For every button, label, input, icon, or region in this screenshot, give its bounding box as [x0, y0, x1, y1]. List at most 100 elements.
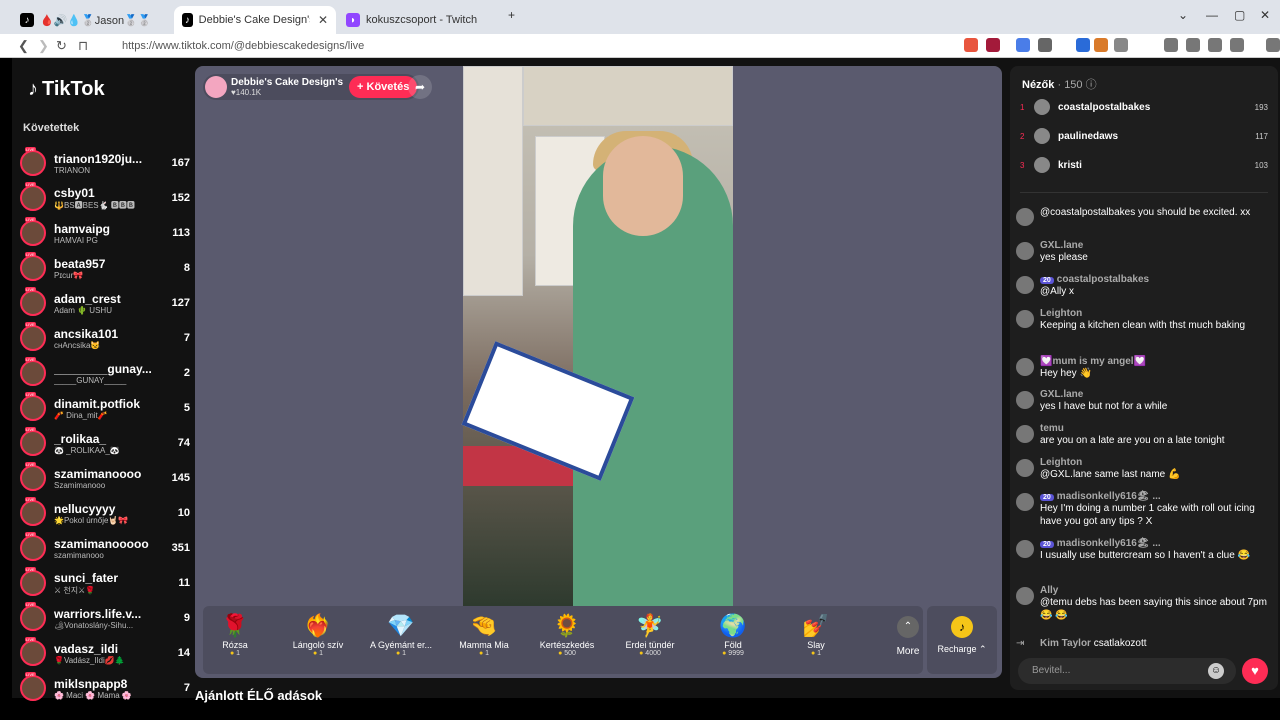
- following-subtitle: 🌟Pokol úrnője🤘🏻🎀: [54, 515, 129, 525]
- join-message: ⇥ Kim Taylor csatlakozott: [1016, 638, 1272, 649]
- following-item[interactable]: _rolikaa_🐼 _ROLIKAA_🐼 74: [20, 426, 190, 460]
- following-item[interactable]: sunci_fater⚔ 천지⚔🌹 11: [20, 566, 190, 600]
- gift-item[interactable]: 🧚 Erdei tündér ● 4000: [610, 612, 690, 657]
- top-viewer[interactable]: 1 coastalpostalbakes 193: [1020, 95, 1268, 119]
- chat-user-line[interactable]: temu: [1040, 423, 1272, 434]
- chat-user-line[interactable]: 20 madisonkelly616🏖 ...: [1040, 491, 1272, 502]
- live-player[interactable]: Debbie's Cake Design's ♥140.1K + Követés…: [195, 66, 1002, 678]
- recharge-button[interactable]: ♪ Recharge ⌃: [927, 606, 997, 674]
- chat-user-line[interactable]: Ally: [1040, 585, 1272, 596]
- minimize-icon[interactable]: —: [1206, 8, 1218, 22]
- host-avatar[interactable]: [205, 76, 227, 98]
- extension-icon[interactable]: [1076, 38, 1090, 52]
- following-subtitle: 🔱BS🅰BES🐇 🅱🅱🅱: [54, 200, 135, 210]
- browser-tab[interactable]: ♪ 🩸🔊💧🥈Jason🥈🥈🩸 (@jason_san: [12, 6, 172, 34]
- avatar[interactable]: [1016, 276, 1034, 294]
- browser-tab-active[interactable]: ♪ Debbie's Cake Design's (@de ✕: [174, 6, 336, 34]
- chat-user-line[interactable]: GXL.lane: [1040, 240, 1272, 251]
- following-item[interactable]: warriors.life.v...🏕Vonatoslány-Sihu... 9: [20, 601, 190, 635]
- gift-item[interactable]: 💎 A Gyémánt er... ● 1: [361, 612, 441, 657]
- chat-input[interactable]: Bevitel...: [1018, 658, 1236, 684]
- host-name[interactable]: Debbie's Cake Design's: [231, 77, 343, 88]
- following-item[interactable]: csby01🔱BS🅰BES🐇 🅱🅱🅱 152: [20, 181, 190, 215]
- extension-icon[interactable]: [986, 38, 1000, 52]
- emoji-icon[interactable]: ☺: [1208, 663, 1224, 679]
- chat-user-line[interactable]: 20 coastalpostalbakes: [1040, 274, 1272, 285]
- maximize-icon[interactable]: ▢: [1234, 8, 1245, 22]
- top-viewer[interactable]: 3 kristi 103: [1020, 153, 1268, 177]
- avatar[interactable]: [1016, 425, 1034, 443]
- chat-user-line[interactable]: Leighton: [1040, 308, 1272, 319]
- following-item[interactable]: szamimanooooSzamimanooo 145: [20, 461, 190, 495]
- forward-icon[interactable]: ❯: [38, 38, 49, 54]
- heart-icon[interactable]: ♥: [1242, 658, 1268, 684]
- following-item[interactable]: ________gunay..._____GUNAY_____ 2: [20, 356, 190, 390]
- browser-tab[interactable]: ◗ kokuszcsoport - Twitch: [338, 6, 498, 34]
- avatar[interactable]: [1016, 208, 1034, 226]
- avatar: [20, 427, 46, 456]
- chevron-down-icon[interactable]: ⌄: [1178, 8, 1188, 22]
- share-icon[interactable]: ➦: [408, 75, 432, 99]
- avatar[interactable]: [1016, 493, 1034, 511]
- following-item[interactable]: szamimanoooooszamimanooo 351: [20, 531, 190, 565]
- menu-icon[interactable]: [1266, 38, 1280, 52]
- avatar[interactable]: [1016, 540, 1034, 558]
- following-item[interactable]: ancsika101cʜAncsika😼 7: [20, 321, 190, 355]
- following-item[interactable]: hamvaipgHAMVAI PG 113: [20, 216, 190, 250]
- close-window-icon[interactable]: ✕: [1260, 8, 1270, 22]
- following-subtitle: 🏕Vonatoslány-Sihu...: [54, 620, 134, 630]
- following-item[interactable]: miklsnpapp8🌸 Maci 🌸 Mama 🌸 7: [20, 671, 190, 705]
- recharge-label: Recharge ⌃: [937, 644, 987, 654]
- avatar[interactable]: [1016, 587, 1034, 605]
- url-field[interactable]: https://www.tiktok.com/@debbiescakedesig…: [104, 37, 884, 55]
- following-item[interactable]: beata957Pɪcur🎀 8: [20, 251, 190, 285]
- brave-shield-icon[interactable]: [964, 38, 978, 52]
- extension-icon[interactable]: [1094, 38, 1108, 52]
- gift-item[interactable]: 🌹 Rózsa ● 1: [195, 612, 275, 657]
- avatar[interactable]: [1016, 310, 1034, 328]
- new-tab-icon[interactable]: +: [508, 8, 515, 22]
- following-item[interactable]: dinamit.potfiok🧨 Dina_mit🧨 5: [20, 391, 190, 425]
- following-item[interactable]: vadasz_ildi🌹Vadász_Ildi💋🌲 14: [20, 636, 190, 670]
- leo-icon[interactable]: [1230, 38, 1244, 52]
- back-icon[interactable]: ❮: [18, 38, 29, 54]
- chat-user-line[interactable]: Leighton: [1040, 457, 1272, 468]
- gift-item[interactable]: 🌍 Föld ● 9999: [693, 612, 773, 657]
- gift-item[interactable]: 🤏 Mamma Mia ● 1: [444, 612, 524, 657]
- chat-user-line[interactable]: 💟mum is my angel💟: [1040, 356, 1272, 367]
- extension-icon[interactable]: [1038, 38, 1052, 52]
- reload-icon[interactable]: ↻: [56, 38, 67, 54]
- media-icon[interactable]: [1164, 38, 1178, 52]
- wallet-icon[interactable]: [1208, 38, 1222, 52]
- bookmark-icon[interactable]: ⊓: [78, 38, 88, 54]
- tiktok-logo[interactable]: ♪ TikTok: [28, 78, 105, 101]
- following-item[interactable]: nellucyyyy🌟Pokol úrnője🤘🏻🎀 10: [20, 496, 190, 530]
- chat-user-line[interactable]: GXL.lane: [1040, 389, 1272, 400]
- close-icon[interactable]: ✕: [318, 13, 328, 27]
- sidebar-icon[interactable]: [1186, 38, 1200, 52]
- following-item[interactable]: adam_crestAdam 🌵 USHU 127: [20, 286, 190, 320]
- gift-label: Kertészkedés: [539, 640, 595, 650]
- gift-price-value: 1: [817, 650, 822, 657]
- chat-user-line[interactable]: 20 madisonkelly616🏖 ...: [1040, 538, 1272, 549]
- gift-item[interactable]: 💅 Slay ● 1: [776, 612, 856, 657]
- following-name: szamimanooooo: [54, 536, 149, 551]
- rank-number: 3: [1020, 160, 1025, 170]
- info-icon[interactable]: ⓘ: [1086, 79, 1097, 91]
- gift-item[interactable]: 🌻 Kertészkedés ● 500: [527, 612, 607, 657]
- more-gifts-button[interactable]: ⌃ More: [883, 616, 933, 657]
- top-viewer[interactable]: 2 paulinedaws 117: [1020, 124, 1268, 148]
- chat-username: GXL.lane: [1040, 389, 1084, 400]
- following-item[interactable]: trianon1920ju...TRIANON 167: [20, 146, 190, 180]
- browser-tabbar: ♪ 🩸🔊💧🥈Jason🥈🥈🩸 (@jason_san ♪ Debbie's Ca…: [0, 0, 1280, 34]
- extension-icon[interactable]: [1016, 38, 1030, 52]
- avatar[interactable]: [1016, 391, 1034, 409]
- following-subtitle: TRIANON: [54, 165, 90, 175]
- avatar[interactable]: [1016, 242, 1034, 260]
- avatar[interactable]: [1016, 358, 1034, 376]
- live-video[interactable]: [461, 66, 733, 606]
- gift-item[interactable]: ❤️‍🔥 Lángoló szív ● 1: [278, 612, 358, 657]
- avatar[interactable]: [1016, 459, 1034, 477]
- following-subtitle: 🐼 _ROLIKAA_🐼: [54, 445, 120, 455]
- extensions-icon[interactable]: [1114, 38, 1128, 52]
